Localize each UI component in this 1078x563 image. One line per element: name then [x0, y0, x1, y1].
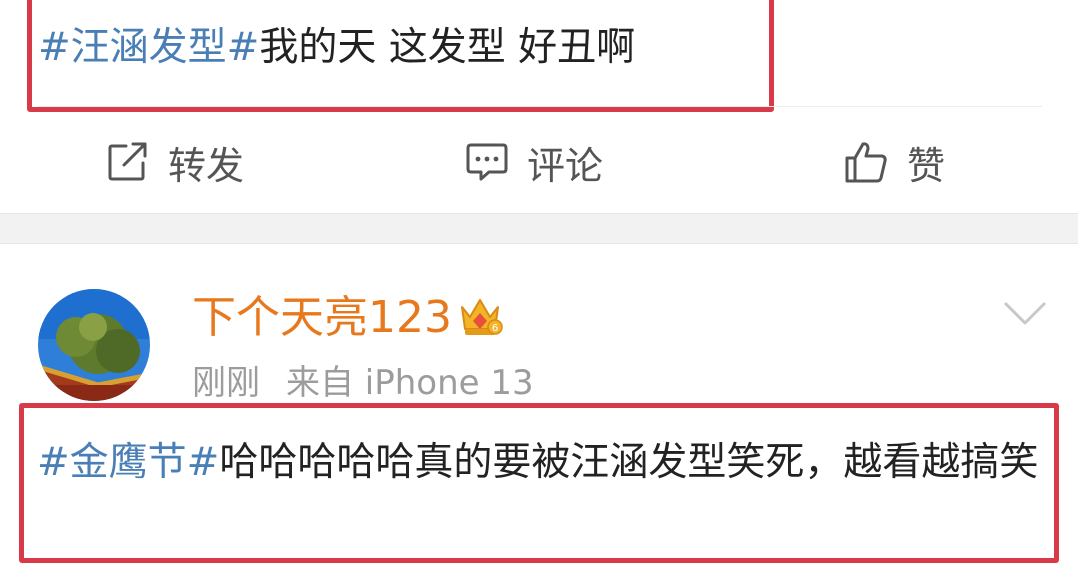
divider — [38, 106, 1042, 107]
comment-button[interactable]: 评论 — [465, 132, 603, 192]
post-meta: 刚刚 来自 iPhone 13 — [192, 360, 534, 406]
thumbs-up-icon — [843, 140, 889, 184]
avatar[interactable] — [38, 289, 150, 401]
repost-label: 转发 — [168, 143, 245, 188]
feed-separator — [0, 213, 1078, 244]
like-button[interactable]: 赞 — [843, 132, 945, 192]
post2-text: 哈哈哈哈哈真的要被汪涵发型笑死，越看越搞笑 — [219, 440, 1039, 485]
vip-crown-icon[interactable]: 6 — [457, 295, 503, 341]
chevron-down-icon[interactable] — [1003, 300, 1047, 332]
post-time: 刚刚 — [192, 363, 260, 403]
vip-level: 6 — [492, 323, 498, 334]
post1-text: 我的天 这发型 好丑啊 — [259, 25, 636, 70]
post-source: 来自 iPhone 13 — [286, 363, 534, 403]
like-label: 赞 — [907, 143, 946, 188]
post1-hashtag-link[interactable]: #汪涵发型# — [38, 25, 259, 70]
post2-hashtag-link[interactable]: #金鹰节# — [37, 440, 219, 485]
repost-button[interactable]: 转发 — [106, 132, 244, 192]
comment-label: 评论 — [527, 143, 604, 188]
post2-content: #金鹰节#哈哈哈哈哈真的要被汪涵发型笑死，越看越搞笑 — [37, 434, 1047, 492]
username-link[interactable]: 下个天亮123 — [192, 288, 452, 348]
repost-icon — [106, 141, 150, 183]
post1-content: #汪涵发型#我的天 这发型 好丑啊 — [38, 20, 635, 76]
comment-icon — [465, 141, 509, 183]
